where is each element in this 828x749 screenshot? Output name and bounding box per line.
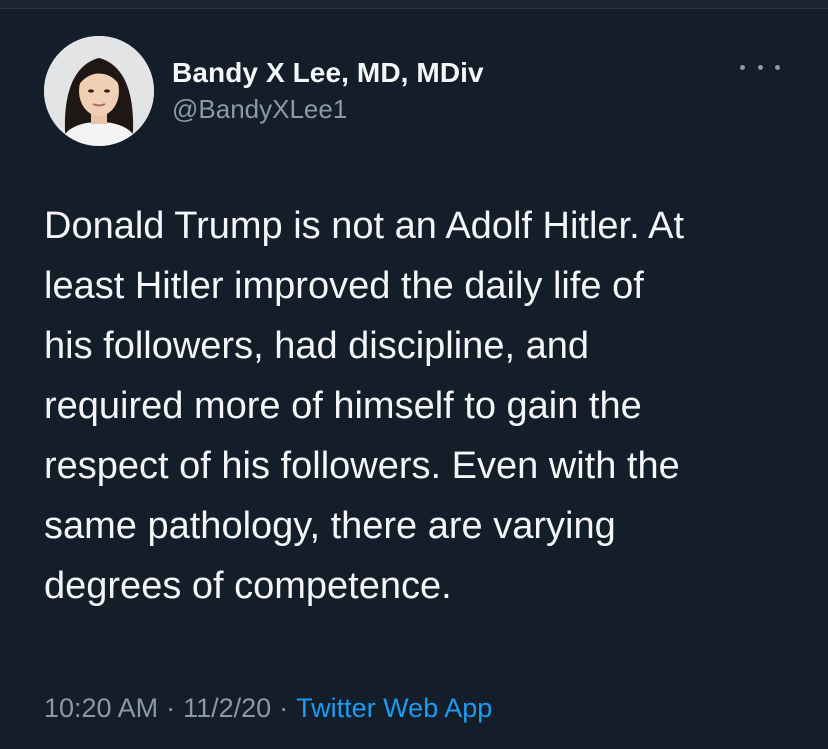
tweet-source-link[interactable]: Twitter Web App	[296, 693, 492, 723]
top-divider	[0, 0, 828, 9]
tweet-meta: 10:20 AM · 11/2/20 · Twitter Web App	[44, 690, 492, 726]
tweet-text: Donald Trump is not an Adolf Hitler. At …	[44, 205, 685, 607]
more-dot	[740, 64, 745, 70]
tweet-date[interactable]: 11/2/20	[183, 693, 271, 723]
meta-separator: ·	[279, 693, 289, 723]
tweet-time[interactable]: 10:20 AM	[44, 693, 158, 723]
tweet-card: Bandy X Lee, MD, MDiv @BandyXLee1 Donald…	[0, 0, 828, 749]
display-name[interactable]: Bandy X Lee, MD, MDiv	[172, 56, 484, 90]
more-icon[interactable]	[740, 52, 780, 82]
author-info: Bandy X Lee, MD, MDiv @BandyXLee1	[172, 56, 484, 126]
more-dot	[757, 64, 763, 70]
profile-photo-icon	[44, 36, 154, 146]
meta-separator: ·	[166, 693, 176, 723]
user-handle[interactable]: @BandyXLee1	[172, 92, 484, 126]
avatar[interactable]	[44, 36, 154, 146]
more-dot	[775, 64, 780, 70]
